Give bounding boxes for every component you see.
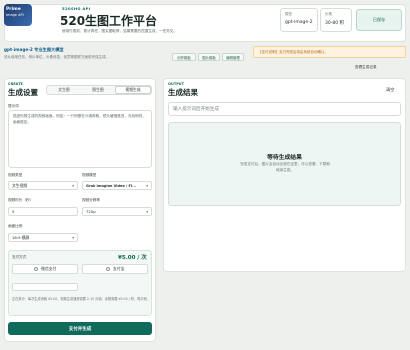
video-model-select[interactable]: Grok Imagine Video / Fl... ▾: [82, 181, 152, 190]
waiting-title: 等待生成结果: [267, 155, 302, 161]
model-box: 模型 gpt-image-2: [280, 8, 318, 32]
ratio-value: 16:9 横屏: [12, 234, 30, 240]
pricing-box: 价格 30-80 积: [320, 8, 352, 32]
chevron-down-icon: ▾: [72, 183, 74, 188]
prompt-textarea[interactable]: 描述你想生成的视频画面，例如：一只柯基在沙滩奔跑，镜头缓慢推进，光线明亮，画面稳…: [8, 110, 152, 168]
model-info: gpt-image-2 专业生图大模型 请从使用任务，例片单位，头像信息，创意等…: [4, 47, 162, 64]
model-value: gpt-image-2: [285, 20, 313, 25]
api-badge: 520SHG API: [62, 6, 91, 11]
prompt-label: 提示词: [8, 104, 19, 108]
pricing-label: 价格: [325, 12, 332, 16]
model-info-heading: gpt-image-2 专业生图大模型: [4, 47, 64, 52]
tag-template[interactable]: 创作模板: [172, 53, 196, 61]
page-subtitle: 使用付费前，费计算任、图实图取得，结果需要的范围生成，一任务文。: [62, 29, 177, 33]
video-type-select[interactable]: 文生视频 ▾: [8, 181, 78, 190]
output-title: 生成结果: [168, 88, 198, 97]
model-label: 模型: [285, 12, 292, 16]
tag-image-template[interactable]: 图片模板: [198, 53, 220, 61]
wechat-pay-label: 微信支付: [41, 266, 57, 271]
output-prompt-placeholder: 输入提示词后开始生成: [173, 107, 219, 112]
logo-text-secondary: Image API: [6, 12, 24, 17]
waiting-description: 完成支付后，图片会自动出现在这里，可以查看、下载和继续生成。: [240, 162, 330, 172]
radio-icon: [105, 266, 111, 272]
alipay-option[interactable]: 支付宝: [82, 264, 148, 274]
app-logo: Prime Image API: [4, 4, 32, 26]
chevron-down-icon: ▾: [72, 235, 74, 240]
video-type-label: 视频类型: [8, 173, 23, 177]
tab-image-to-image[interactable]: 图生图: [81, 86, 115, 94]
saved-button[interactable]: 已保存: [356, 9, 402, 31]
radio-icon: [33, 266, 39, 272]
payment-note: 正在执行：每次生成消耗 ¥5.00，视频生成通常需要 2-10 分钟。余额需要 …: [12, 297, 150, 301]
model-info-desc: 请从使用任务，例片单位，头像信息，创意等图样方面前完成生成。: [4, 55, 109, 59]
ratio-label: 画面比例: [8, 224, 23, 228]
price-value: ¥5.00 / 次: [118, 255, 147, 261]
resolution-value: 720p: [86, 209, 96, 214]
tag-edit-manage[interactable]: 编辑管理: [222, 53, 244, 61]
chevron-down-icon: ▾: [146, 209, 148, 214]
resolution-label: 视频分辨率: [82, 198, 100, 202]
pay-and-generate-button[interactable]: 支付并生成: [8, 322, 152, 335]
video-type-value: 文生视频: [12, 182, 28, 188]
tab-text-to-image[interactable]: 文生图: [47, 86, 81, 94]
duration-value: 5: [12, 209, 15, 214]
create-label: CREATE: [8, 82, 23, 86]
video-model-label: 视频模型: [82, 173, 97, 177]
clear-button[interactable]: 清空: [386, 87, 394, 93]
duration-input[interactable]: 5: [8, 207, 78, 216]
payment-notice: 【支付说明】支付完成后将由系统自动确认。: [253, 46, 406, 58]
view-records-link[interactable]: 查看生成记录: [355, 65, 377, 70]
page-title: 520生图工作平台: [60, 14, 158, 28]
ratio-select[interactable]: 16:9 横屏 ▾: [8, 233, 78, 242]
resolution-select[interactable]: 720p ▾: [82, 207, 152, 216]
pricing-value: 30-80 积: [325, 21, 345, 26]
alipay-label: 支付宝: [113, 266, 125, 271]
mode-tabs: 文生图 图生图 视频生成: [46, 85, 152, 95]
output-prompt-input[interactable]: 输入提示词后开始生成: [168, 102, 401, 116]
video-model-value: Grok Imagine Video / Fl...: [86, 183, 137, 188]
duration-label: 视频时长（秒）: [8, 198, 34, 202]
chevron-down-icon: ▾: [146, 183, 148, 188]
payment-code-input[interactable]: [12, 283, 78, 291]
settings-title: 生成设置: [8, 88, 38, 97]
tab-video-generation[interactable]: 视频生成: [115, 86, 151, 94]
payment-label: 支付方式: [12, 255, 27, 259]
output-label: OUTPUT: [168, 82, 184, 86]
wechat-pay-option[interactable]: 微信支付: [12, 264, 78, 274]
